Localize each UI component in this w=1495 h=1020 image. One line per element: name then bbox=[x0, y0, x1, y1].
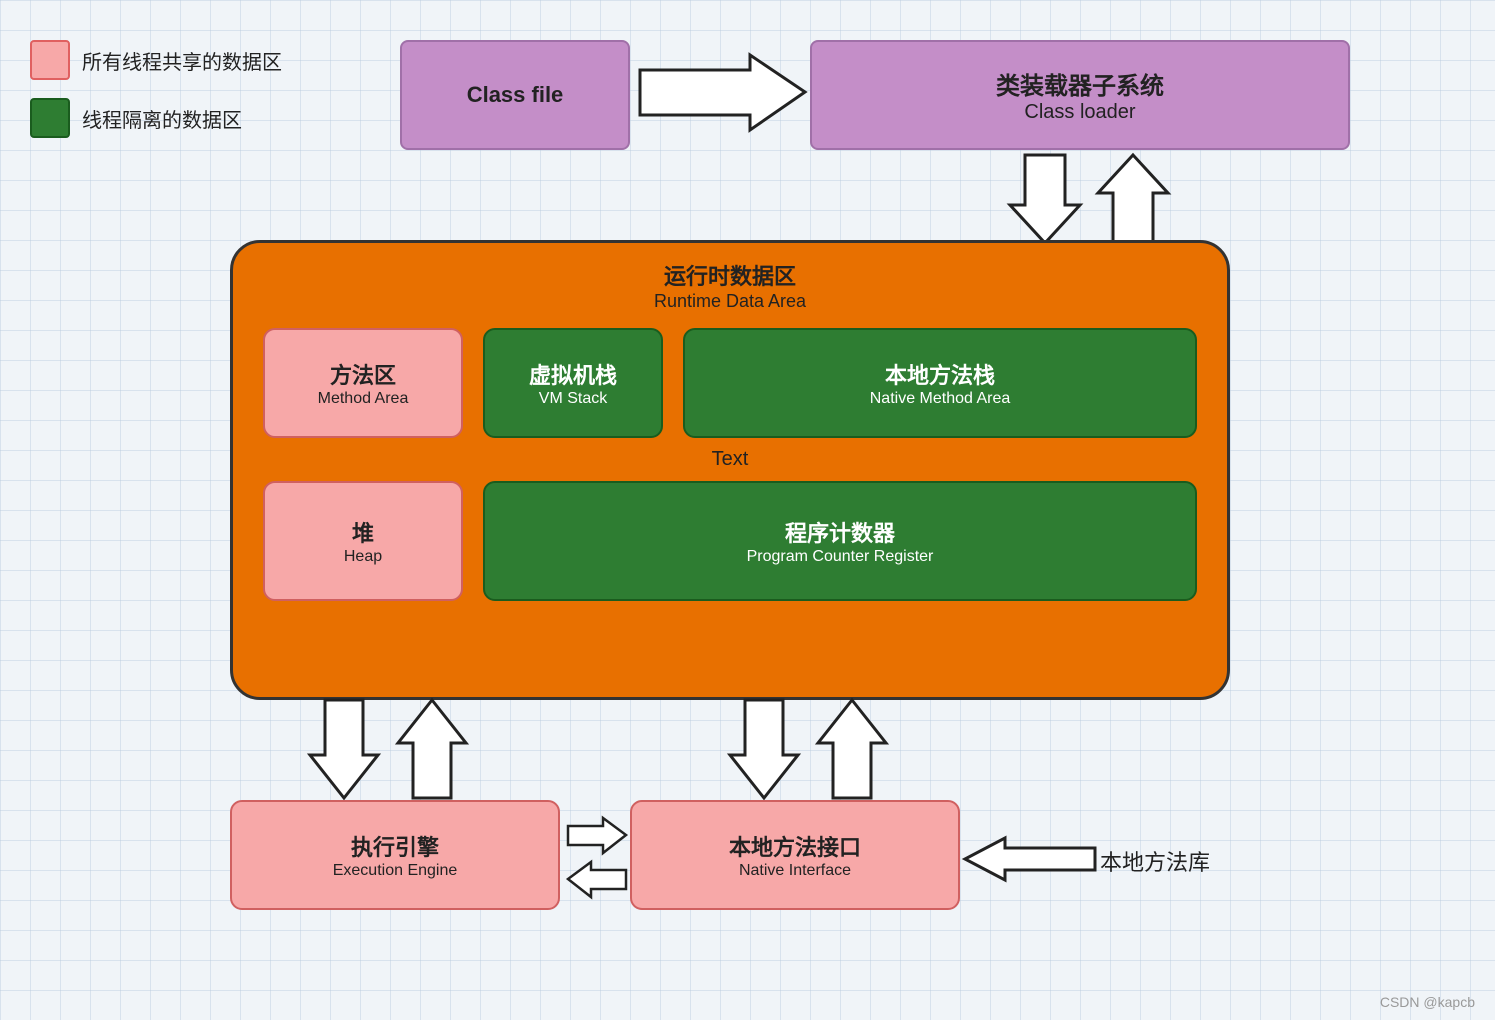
class-loader-zh: 类装载器子系统 bbox=[996, 66, 1164, 101]
runtime-area: 运行时数据区 Runtime Data Area 方法区 Method Area… bbox=[230, 240, 1230, 700]
execution-engine-box: 执行引擎 Execution Engine bbox=[230, 800, 560, 910]
execution-engine-en: Execution Engine bbox=[333, 862, 458, 880]
shared-label: 所有线程共享的数据区 bbox=[82, 46, 282, 75]
native-interface-zh: 本地方法接口 bbox=[729, 830, 861, 862]
isolated-label: 线程隔离的数据区 bbox=[82, 104, 242, 133]
runtime-zh: 运行时数据区 bbox=[233, 259, 1227, 291]
execution-engine-zh: 执行引擎 bbox=[351, 830, 439, 862]
arrow-up-from-execution bbox=[398, 700, 466, 798]
shared-color-box bbox=[30, 40, 70, 80]
heap-en: Heap bbox=[344, 548, 382, 566]
arrow-up-to-classloader bbox=[1098, 155, 1168, 243]
arrow-down-to-execution bbox=[310, 700, 378, 798]
runtime-en: Runtime Data Area bbox=[233, 291, 1227, 312]
arrow-left-to-execution bbox=[568, 862, 626, 897]
watermark: CSDN @kapcb bbox=[1380, 994, 1475, 1010]
arrow-down-to-native bbox=[730, 700, 798, 798]
program-counter-zh: 程序计数器 bbox=[785, 516, 895, 548]
arrow-down-from-classloader bbox=[1010, 155, 1080, 243]
legend: 所有线程共享的数据区 线程隔离的数据区 bbox=[30, 40, 282, 156]
class-loader-en: Class loader bbox=[1024, 101, 1135, 124]
program-counter-en: Program Counter Register bbox=[747, 548, 934, 566]
class-file-box: Class file bbox=[400, 40, 630, 150]
arrow-right-to-native bbox=[568, 818, 626, 853]
runtime-row2: 堆 Heap 程序计数器 Program Counter Register bbox=[263, 481, 1197, 601]
native-library-label: 本地方法库 bbox=[1100, 845, 1210, 877]
arrow-from-native-lib bbox=[965, 838, 1095, 880]
diagram: 所有线程共享的数据区 线程隔离的数据区 Class file 类装载器子系统 C… bbox=[0, 0, 1495, 1020]
heap-box: 堆 Heap bbox=[263, 481, 463, 601]
class-file-label: Class file bbox=[467, 82, 564, 108]
runtime-title: 运行时数据区 Runtime Data Area bbox=[233, 259, 1227, 312]
legend-isolated: 线程隔离的数据区 bbox=[30, 98, 282, 138]
native-method-area-zh: 本地方法栈 bbox=[885, 358, 995, 390]
native-method-area-en: Native Method Area bbox=[870, 390, 1011, 408]
text-label: Text bbox=[263, 448, 1197, 471]
vm-stack-en: VM Stack bbox=[539, 390, 607, 408]
arrow-up-from-native bbox=[818, 700, 886, 798]
isolated-color-box bbox=[30, 98, 70, 138]
arrow-to-classloader bbox=[640, 55, 805, 130]
vm-stack-zh: 虚拟机栈 bbox=[529, 358, 617, 390]
class-loader-box: 类装载器子系统 Class loader bbox=[810, 40, 1350, 150]
legend-shared: 所有线程共享的数据区 bbox=[30, 40, 282, 80]
heap-zh: 堆 bbox=[352, 516, 374, 548]
vm-stack-box: 虚拟机栈 VM Stack bbox=[483, 328, 663, 438]
program-counter-box: 程序计数器 Program Counter Register bbox=[483, 481, 1197, 601]
method-area-en: Method Area bbox=[318, 390, 409, 408]
native-method-area-box: 本地方法栈 Native Method Area bbox=[683, 328, 1197, 438]
method-area-box: 方法区 Method Area bbox=[263, 328, 463, 438]
runtime-row1: 方法区 Method Area 虚拟机栈 VM Stack 本地方法栈 Nati… bbox=[263, 328, 1197, 438]
method-area-zh: 方法区 bbox=[330, 358, 396, 390]
native-interface-box: 本地方法接口 Native Interface bbox=[630, 800, 960, 910]
native-interface-en: Native Interface bbox=[739, 862, 851, 880]
